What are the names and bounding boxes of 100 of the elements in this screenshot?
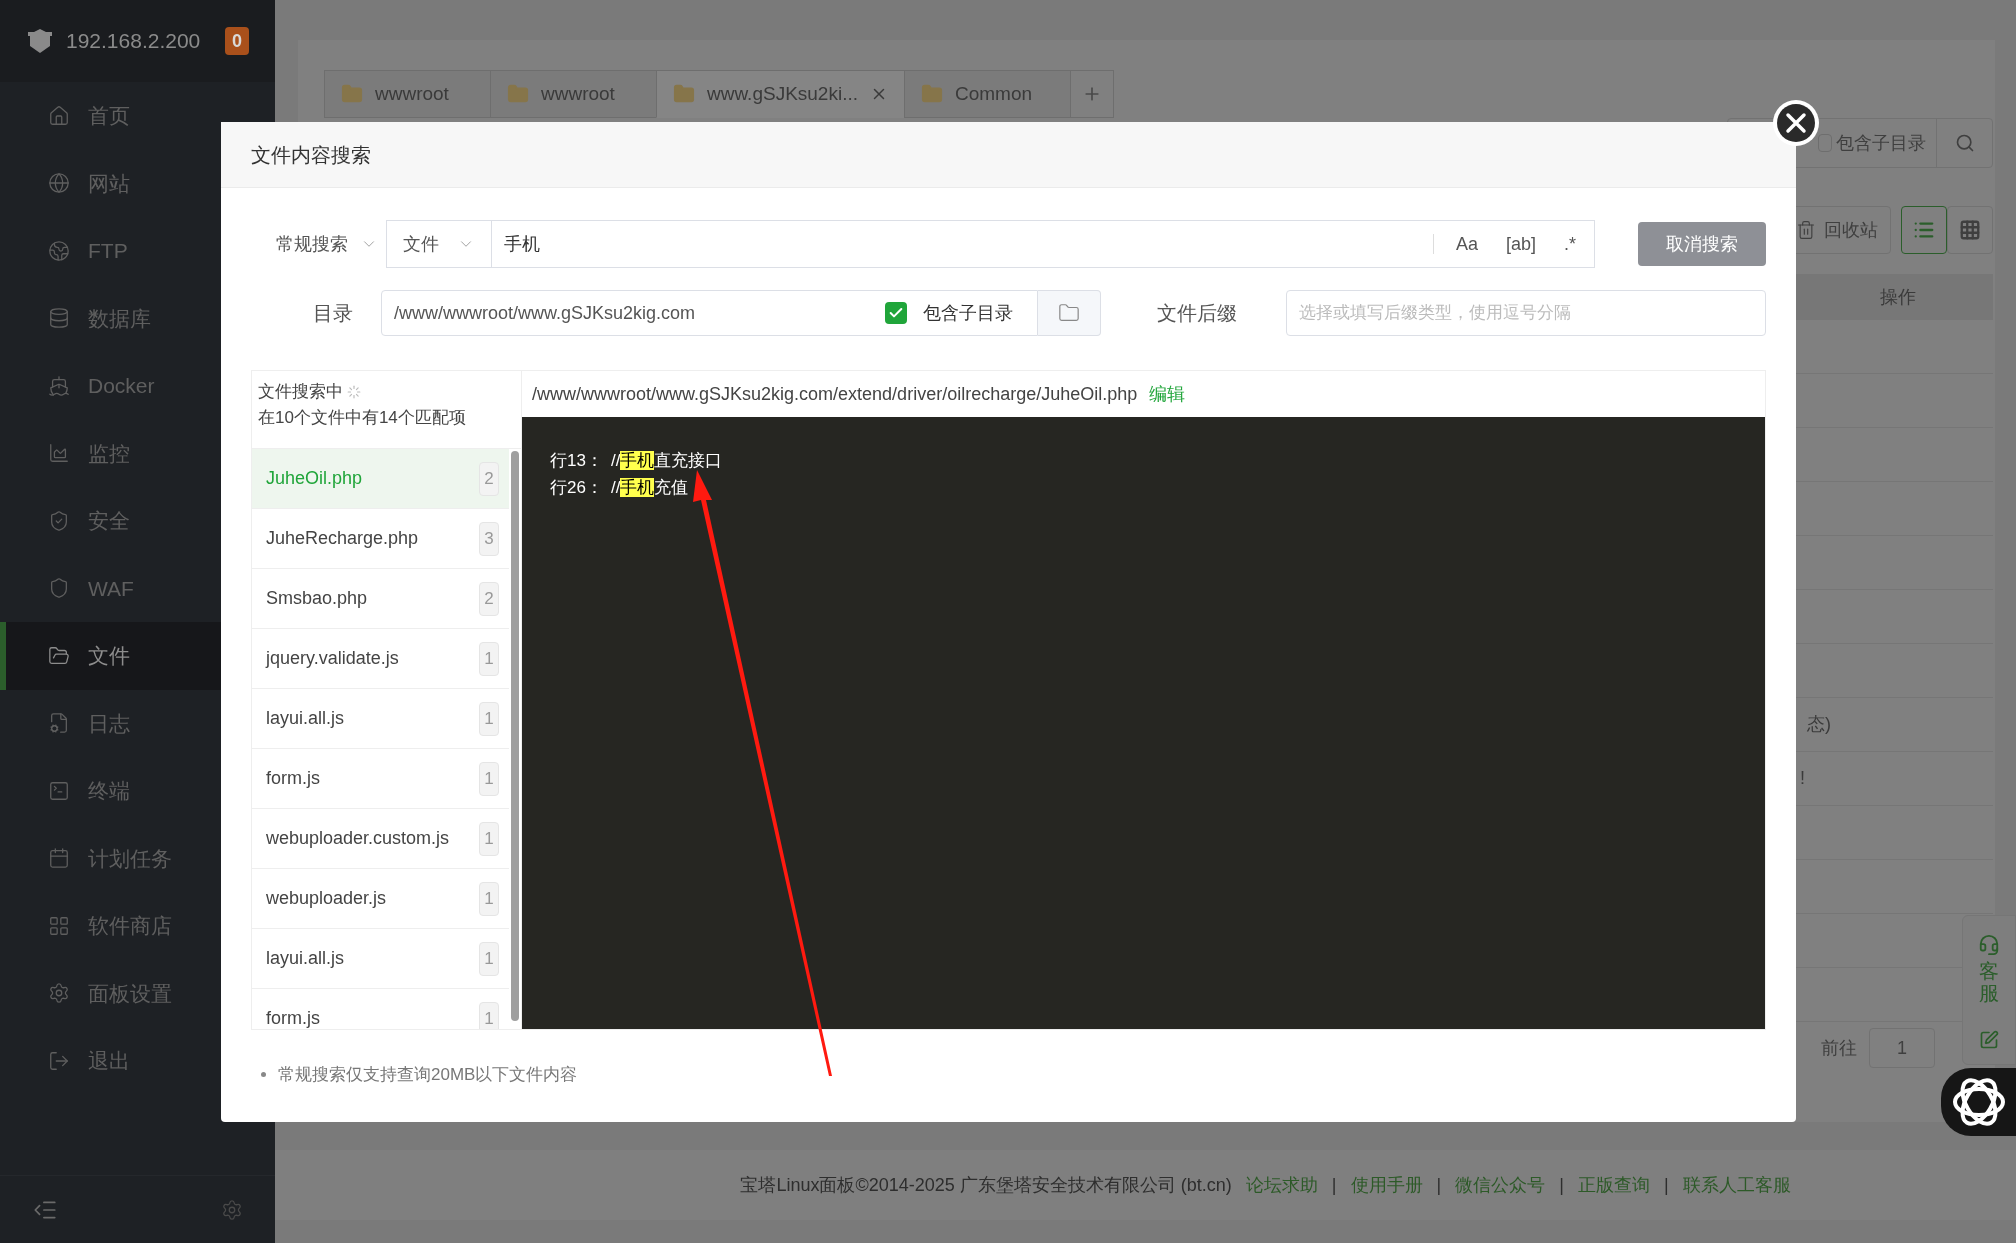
- server-address: 192.168.2.200: [66, 28, 201, 55]
- calendar-icon: [48, 847, 70, 870]
- file-result-item[interactable]: JuheOil.php 2: [252, 449, 509, 509]
- logo-icon: [26, 26, 54, 56]
- footer-link[interactable]: 使用手册: [1350, 1171, 1423, 1199]
- scope-dropdown[interactable]: 文件: [386, 220, 492, 268]
- notification-count: 0: [225, 27, 249, 55]
- grid-icon: [1959, 219, 1981, 241]
- folder-icon: [921, 83, 943, 105]
- cancel-search-button[interactable]: 取消搜索: [1638, 222, 1766, 266]
- sidebar-item[interactable]: 数据库: [0, 284, 275, 352]
- edit-link[interactable]: 编辑: [1149, 380, 1186, 408]
- dialog-title: 文件内容搜索: [251, 142, 371, 168]
- folder-tab[interactable]: Common: [904, 70, 1071, 118]
- shield-icon: [48, 577, 70, 600]
- list-icon: [1913, 219, 1935, 241]
- footer-link[interactable]: 微信公众号: [1455, 1171, 1546, 1199]
- assistant-button[interactable]: [1941, 1068, 2016, 1136]
- checkbox-label: 包含子目录: [1836, 131, 1926, 155]
- terminal-icon: [48, 779, 70, 802]
- settings-icon[interactable]: [221, 1198, 243, 1221]
- search-icon: [1954, 133, 1975, 153]
- search-option-toggle[interactable]: Aa: [1445, 230, 1488, 258]
- logout-icon: [48, 1049, 70, 1072]
- folder-icon: [341, 83, 363, 105]
- file-result-item[interactable]: webuploader.custom.js 1: [252, 809, 509, 869]
- table-cell-text: !: [1800, 767, 1805, 790]
- file-path: /www/wwwroot/www.gSJKsu2kig.com/extend/driver/oilrecharge/JuheOil.php: [532, 382, 1138, 406]
- file-result-item[interactable]: layui.all.js 1: [252, 929, 509, 989]
- footer-link[interactable]: 联系人工客服: [1682, 1171, 1791, 1199]
- folder-tab[interactable]: wwwroot: [324, 70, 491, 118]
- globe-icon: [48, 239, 70, 262]
- table-cell-text: 态): [1807, 713, 1831, 736]
- folder-icon: [48, 644, 70, 667]
- match-count: 1: [479, 1001, 499, 1029]
- match-count: 3: [479, 521, 499, 556]
- file-result-item[interactable]: jquery.validate.js 1: [252, 629, 509, 689]
- list-view-button[interactable]: [1901, 206, 1947, 254]
- folder-icon: [673, 83, 695, 105]
- headset-icon[interactable]: [1978, 934, 2000, 956]
- directory-input[interactable]: /www/wwwroot/www.gSJKsu2kig.com 包含子目录: [381, 290, 1038, 336]
- directory-label: 目录: [312, 301, 353, 326]
- grid-icon: [48, 914, 70, 937]
- sidebar-item[interactable]: 退出: [0, 1027, 275, 1095]
- folder-picker-button[interactable]: [1038, 290, 1101, 336]
- house-icon: [48, 104, 70, 127]
- match-count: 1: [479, 761, 499, 796]
- match-summary: 在10个文件中有14个匹配项: [258, 406, 467, 429]
- checkbox[interactable]: [1818, 134, 1832, 152]
- separator: |: [1559, 1173, 1564, 1197]
- match-count: 2: [479, 581, 499, 616]
- match-count: 1: [479, 941, 499, 976]
- suffix-label: 文件后缀: [1157, 301, 1237, 326]
- folder-icon: [1058, 302, 1080, 324]
- folder-icon: [507, 83, 529, 105]
- match-count: 1: [479, 881, 499, 916]
- search-option-toggle[interactable]: .*: [1554, 230, 1586, 258]
- chart-icon: [48, 442, 70, 465]
- edit-icon[interactable]: [1979, 1030, 1999, 1050]
- match-count: 2: [479, 461, 499, 496]
- column-header: 操作: [1879, 286, 1917, 309]
- file-result-item[interactable]: Smsbao.php 2: [252, 569, 509, 629]
- file-result-item[interactable]: webuploader.js 1: [252, 869, 509, 929]
- settings-icon: [48, 982, 70, 1005]
- page-input[interactable]: 1: [1869, 1028, 1935, 1068]
- file-result-item[interactable]: JuheRecharge.php 3: [252, 509, 509, 569]
- file-result-item[interactable]: form.js 1: [252, 749, 509, 809]
- search-status: 文件搜索中: [258, 381, 343, 403]
- customer-service-link[interactable]: 客服: [1979, 960, 1999, 1004]
- footer-link[interactable]: 正版查询: [1577, 1171, 1650, 1199]
- database-icon: [48, 307, 70, 330]
- scrollbar[interactable]: [511, 451, 519, 1021]
- search-input[interactable]: 手机 Aa [ab] .*: [492, 220, 1595, 268]
- trash-icon: [1796, 220, 1816, 240]
- goto-label: 前往: [1821, 1036, 1857, 1060]
- globe-icon: [48, 172, 70, 195]
- suffix-input[interactable]: 选择或填写后缀类型，使用逗号分隔: [1286, 290, 1766, 336]
- checkbox-label: 包含子目录: [923, 301, 1013, 325]
- shield-icon: [48, 509, 70, 532]
- close-button[interactable]: [1772, 99, 1820, 147]
- file-result-item[interactable]: layui.all.js 1: [252, 689, 509, 749]
- footer-link[interactable]: 论坛求助: [1245, 1171, 1318, 1199]
- flower-icon: [1951, 1075, 2006, 1129]
- spinner-icon: [347, 384, 361, 399]
- document-icon: [48, 712, 70, 735]
- match-count: 1: [479, 701, 499, 736]
- grid-view-button[interactable]: [1947, 206, 1993, 254]
- ship-icon: [48, 374, 70, 397]
- copyright-text: 宝塔Linux面板©2014-2025 广东堡塔安全技术有限公司 (bt.cn): [740, 1173, 1232, 1197]
- file-result-item[interactable]: form.js 1: [252, 989, 509, 1029]
- folder-tab[interactable]: www.gSJKsu2ki...: [656, 70, 905, 118]
- note-text: 常规搜索仅支持查询20MB以下文件内容: [278, 1064, 578, 1086]
- search-option-toggle[interactable]: [ab]: [1495, 230, 1546, 258]
- separator: |: [1663, 1173, 1669, 1197]
- separator: |: [1436, 1173, 1442, 1197]
- separator: |: [1331, 1173, 1337, 1197]
- match-count: 1: [479, 641, 499, 676]
- folder-tab[interactable]: wwwroot: [490, 70, 657, 118]
- add-tab-button[interactable]: [1070, 70, 1114, 118]
- checkbox[interactable]: [885, 302, 907, 324]
